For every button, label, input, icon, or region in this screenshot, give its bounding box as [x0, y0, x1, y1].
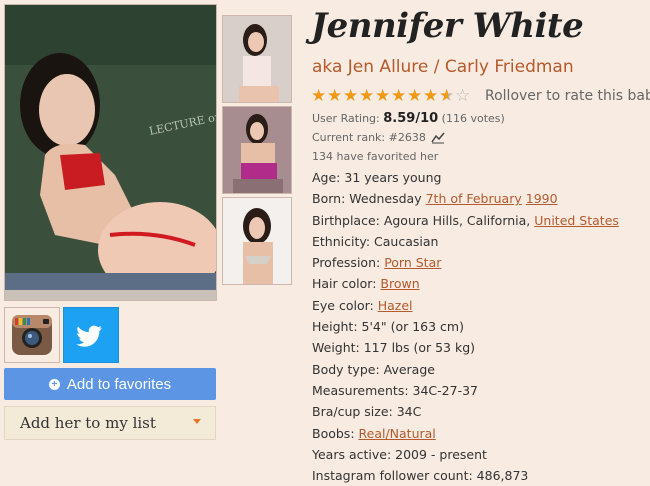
fact-hair: Hair color: Brown: [312, 273, 619, 294]
star-icon[interactable]: ☆: [455, 87, 471, 106]
profession-link[interactable]: Porn Star: [384, 255, 441, 270]
twitter-bird-icon: [76, 325, 102, 347]
fact-profession-label: Profession:: [312, 255, 385, 271]
rank-chart-icon[interactable]: [431, 132, 445, 144]
thumbnail-photo-1[interactable]: [222, 15, 292, 103]
main-profile-photo[interactable]: LECTURE on EARLY ART I THEIR I: [4, 4, 217, 301]
profile-facts: Age: 31 years young Born: Wednesday 7th …: [312, 167, 619, 486]
fact-boobs: Boobs: Real/Natural: [312, 423, 619, 444]
user-rating: User Rating: 8.59/10 (116 votes): [312, 111, 505, 126]
star-icon[interactable]: ★: [311, 87, 327, 106]
fact-bra-size: Bra/cup size: 34C: [312, 404, 422, 420]
rate-hint: Rollover to rate this babe: [485, 88, 650, 104]
profile-name: Jennifer White: [311, 6, 584, 46]
caret-down-icon: [193, 419, 201, 424]
fact-boobs-label: Boobs:: [312, 425, 359, 441]
birthday-link[interactable]: 7th of February: [426, 191, 522, 206]
user-rating-votes: (116 votes): [441, 112, 505, 125]
thumbnail-2-illustration: [223, 107, 291, 193]
star-icon[interactable]: ★: [407, 87, 423, 106]
fact-age: Age: 31 years young: [312, 170, 442, 185]
add-to-favorites-button[interactable]: + Add to favorites: [4, 368, 216, 400]
fact-height: Height: 5'4" (or 163 cm): [312, 319, 464, 335]
current-rank: Current rank: #2638: [312, 131, 445, 144]
thumbnail-photo-3[interactable]: [222, 197, 292, 285]
plus-icon: +: [48, 378, 60, 390]
add-to-list-dropdown[interactable]: Add her to my list: [4, 406, 216, 440]
fact-body-type: Body type: Average: [312, 361, 435, 377]
birth-year-link[interactable]: 1990: [526, 191, 558, 206]
star-icon[interactable]: ★: [439, 87, 455, 106]
twitter-button[interactable]: [63, 307, 119, 363]
fact-birthplace-label: Birthplace: Agoura Hills, California,: [312, 212, 535, 228]
fact-birthplace: Birthplace: Agoura Hills, California, Un…: [312, 210, 619, 231]
star-icon[interactable]: ★: [359, 87, 375, 106]
fact-weight: Weight: 117 lbs (or 53 kg): [312, 340, 476, 356]
fact-profession: Profession: Porn Star: [312, 252, 619, 273]
fact-ethnicity: Ethnicity: Caucasian: [312, 233, 439, 249]
thumbnail-photo-2[interactable]: [222, 106, 292, 194]
country-link[interactable]: United States: [534, 213, 619, 228]
fact-hair-label: Hair color:: [312, 276, 381, 292]
add-to-list-label: Add her to my list: [20, 414, 156, 432]
hair-color-link[interactable]: Brown: [380, 276, 419, 291]
instagram-button[interactable]: [4, 307, 60, 363]
fact-born-label: Born: Wednesday: [312, 191, 426, 207]
current-rank-text: Current rank: #2638: [312, 131, 426, 144]
instagram-icon: [12, 315, 52, 355]
fact-measurements: Measurements: 34C-27-37: [312, 382, 478, 398]
star-icon[interactable]: ★: [423, 87, 439, 106]
star-rating[interactable]: ★ ★ ★ ★ ★ ★ ★ ★ ★ ☆: [311, 87, 471, 106]
star-icon[interactable]: ★: [327, 87, 343, 106]
user-rating-label: User Rating:: [312, 112, 380, 125]
fact-years-active: Years active: 2009 - present: [312, 446, 487, 462]
add-to-favorites-label: Add to favorites: [66, 375, 172, 393]
eye-color-link[interactable]: Hazel: [378, 298, 413, 313]
fact-born: Born: Wednesday 7th of February 1990: [312, 188, 619, 209]
favorited-count: 134 have favorited her: [312, 150, 439, 163]
star-icon[interactable]: ★: [391, 87, 407, 106]
user-rating-value: 8.59/10: [383, 111, 439, 126]
profile-aliases: aka Jen Allure / Carly Friedman: [312, 57, 574, 77]
fact-instagram-followers: Instagram follower count: 486,873: [312, 468, 529, 484]
star-icon[interactable]: ★: [375, 87, 391, 106]
photo-illustration: LECTURE on EARLY ART I THEIR I: [5, 5, 216, 300]
star-icon[interactable]: ★: [343, 87, 359, 106]
thumbnail-1-illustration: [223, 16, 291, 102]
fact-eye-label: Eye color:: [312, 297, 378, 313]
thumbnail-3-illustration: [223, 198, 291, 284]
boobs-link[interactable]: Real/Natural: [359, 426, 436, 441]
fact-eye: Eye color: Hazel: [312, 295, 619, 316]
